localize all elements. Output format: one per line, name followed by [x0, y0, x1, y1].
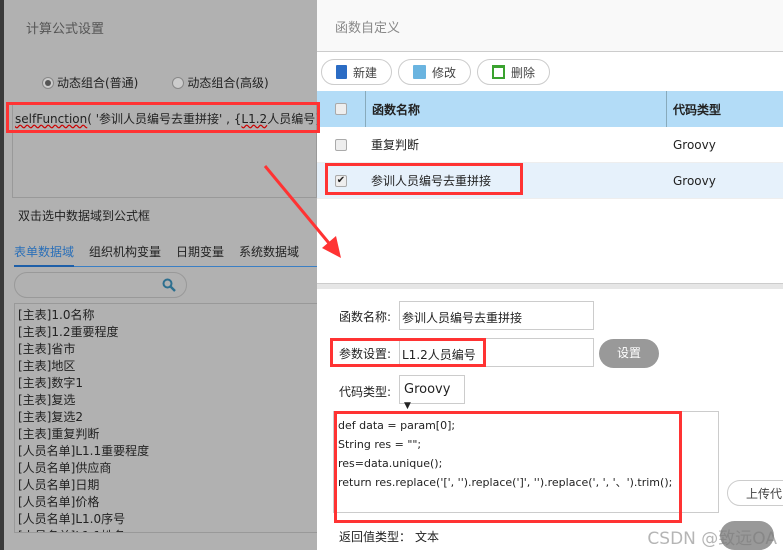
red-arrow-icon — [263, 165, 341, 258]
watermark: CSDN @致远OA — [647, 529, 777, 549]
